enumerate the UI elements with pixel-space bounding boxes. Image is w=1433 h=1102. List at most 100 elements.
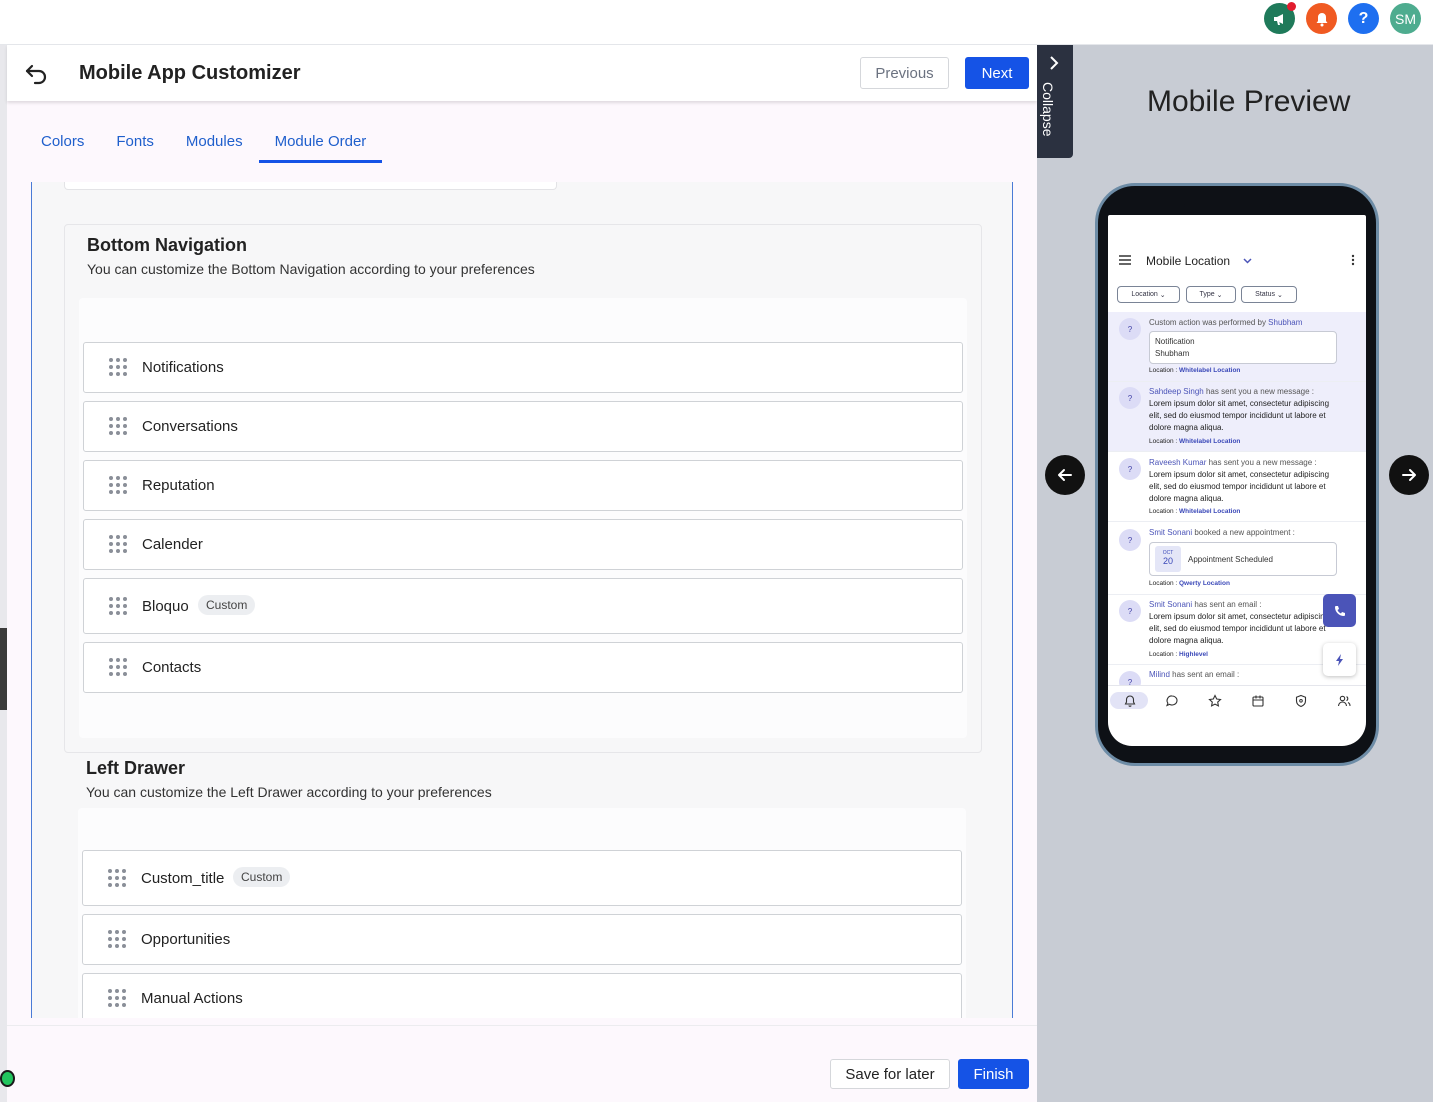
- location-name: Qwerty Location: [1179, 580, 1230, 587]
- shield-icon[interactable]: [1294, 694, 1308, 708]
- location-title[interactable]: Mobile Location: [1146, 254, 1230, 268]
- avatar-initials: SM: [1395, 10, 1416, 27]
- feed-box-line: Notification: [1155, 337, 1195, 346]
- bottom-navigation-list: Notifications Conversations Reputation C…: [79, 298, 967, 738]
- customizer-panel: Mobile App Customizer Previous Next Colo…: [7, 45, 1037, 1102]
- list-item[interactable]: Custom_title Custom: [82, 850, 962, 906]
- previous-section-stub: [64, 182, 557, 190]
- tab-colors[interactable]: Colors: [25, 123, 100, 163]
- previous-screen-button[interactable]: [1045, 455, 1085, 495]
- phone-bottom-nav: [1108, 685, 1366, 715]
- collapse-button[interactable]: Collapse: [1037, 45, 1073, 158]
- chat-icon[interactable]: [1165, 694, 1179, 708]
- expand-sidebar-icon[interactable]: [0, 1070, 15, 1087]
- megaphone-icon[interactable]: [1264, 2, 1296, 34]
- tab-modules[interactable]: Modules: [170, 123, 259, 163]
- custom-badge: Custom: [198, 595, 256, 615]
- drag-handle-icon[interactable]: [109, 658, 129, 678]
- custom-badge: Custom: [233, 867, 291, 887]
- feed-item[interactable]: ? Custom action was performed by Shubham…: [1108, 312, 1366, 382]
- feed-body: Lorem ipsum dolor sit amet, consectetur …: [1149, 612, 1330, 645]
- feed-name: Milind: [1149, 670, 1170, 679]
- feed-text: has sent an email :: [1169, 670, 1240, 679]
- bottom-navigation-section: Bottom Navigation You can customize the …: [64, 224, 982, 753]
- phone-screen: Mobile Location Location ⌄ Type ⌄ Status…: [1108, 215, 1366, 746]
- list-item[interactable]: Bloquo Custom: [83, 578, 963, 634]
- list-item[interactable]: Conversations: [83, 401, 963, 452]
- filter-location[interactable]: Location ⌄: [1117, 286, 1180, 303]
- menu-icon[interactable]: [1119, 255, 1131, 265]
- appointment-day: 20: [1162, 556, 1173, 566]
- location-label: Location :: [1149, 438, 1179, 445]
- filter-type[interactable]: Type ⌄: [1186, 286, 1236, 303]
- location-name: Whitelabel Location: [1179, 367, 1241, 374]
- list-item[interactable]: Calender: [83, 519, 963, 570]
- drag-handle-icon[interactable]: [109, 358, 129, 378]
- feed-box: Notification Shubham: [1149, 331, 1337, 364]
- location-label: Location :: [1149, 508, 1179, 515]
- list-item[interactable]: Reputation: [83, 460, 963, 511]
- finish-button[interactable]: Finish: [958, 1059, 1029, 1089]
- back-arrow-icon[interactable]: [23, 60, 49, 86]
- contacts-icon[interactable]: [1337, 694, 1351, 708]
- notification-dot: [1287, 2, 1296, 11]
- save-for-later-button[interactable]: Save for later: [830, 1059, 950, 1089]
- preview-title: Mobile Preview: [1147, 85, 1351, 118]
- help-glyph: ?: [1358, 9, 1369, 27]
- bell-icon[interactable]: [1123, 694, 1137, 708]
- calendar-icon[interactable]: [1251, 694, 1265, 708]
- feed-avatar: ?: [1119, 318, 1141, 340]
- filter-label: Type: [1199, 291, 1215, 298]
- list-item[interactable]: Manual Actions: [82, 973, 962, 1018]
- call-fab[interactable]: [1323, 594, 1356, 627]
- list-item[interactable]: Opportunities: [82, 914, 962, 965]
- feed-item[interactable]: ? Sahdeep Singh has sent you a new messa…: [1108, 382, 1366, 452]
- feed-name: Sahdeep Singh: [1149, 387, 1204, 396]
- bottom-navigation-title: Bottom Navigation: [87, 235, 247, 255]
- location-name: Highlevel: [1179, 651, 1208, 658]
- item-label: Custom_title: [141, 870, 225, 887]
- feed-item[interactable]: ? Smit Sonani booked a new appointment :…: [1108, 522, 1366, 595]
- filter-label: Location: [1131, 291, 1158, 298]
- phone-icon: [1334, 605, 1345, 616]
- previous-button[interactable]: Previous: [860, 57, 949, 89]
- drag-handle-icon[interactable]: [108, 989, 128, 1009]
- more-vertical-icon[interactable]: [1351, 254, 1355, 266]
- drag-handle-icon[interactable]: [109, 597, 129, 617]
- item-label: Opportunities: [141, 931, 231, 948]
- feed-avatar: ?: [1119, 600, 1141, 622]
- avatar[interactable]: SM: [1390, 3, 1421, 34]
- drag-handle-icon[interactable]: [108, 930, 128, 950]
- module-order-content[interactable]: Bottom Navigation You can customize the …: [31, 182, 1013, 1018]
- feed-avatar: ?: [1119, 529, 1141, 551]
- feed-text: has sent you a new message :: [1203, 387, 1315, 396]
- feed-name: Shubham: [1268, 318, 1303, 327]
- location-label: Location :: [1149, 651, 1179, 658]
- feed-name: Smit Sonani: [1149, 600, 1193, 609]
- drag-handle-icon[interactable]: [109, 476, 129, 496]
- star-icon[interactable]: [1208, 694, 1222, 708]
- feed-name: Raveesh Kumar: [1149, 458, 1207, 467]
- location-name: Whitelabel Location: [1179, 508, 1241, 515]
- drag-handle-icon[interactable]: [109, 417, 129, 437]
- chevron-right-icon: [1050, 56, 1059, 70]
- help-icon[interactable]: ?: [1348, 3, 1379, 34]
- feed-text: has sent you a new message :: [1206, 458, 1317, 467]
- next-screen-button[interactable]: [1389, 455, 1429, 495]
- next-button[interactable]: Next: [965, 57, 1029, 89]
- feed-item[interactable]: ? Raveesh Kumar has sent you a new messa…: [1108, 452, 1366, 522]
- item-label: Contacts: [142, 659, 202, 676]
- quick-action-fab[interactable]: [1323, 643, 1356, 676]
- feed-body: Lorem ipsum dolor sit amet, consectetur …: [1149, 399, 1330, 432]
- filter-status[interactable]: Status ⌄: [1241, 286, 1297, 303]
- list-item[interactable]: Contacts: [83, 642, 963, 693]
- drag-handle-icon[interactable]: [109, 535, 129, 555]
- bell-icon[interactable]: [1306, 3, 1337, 34]
- footer-bar: Save for later Finish: [7, 1025, 1037, 1102]
- calendar-date-icon: OCT 20: [1155, 546, 1181, 572]
- list-item[interactable]: Notifications: [83, 342, 963, 393]
- drag-handle-icon[interactable]: [108, 869, 128, 889]
- tab-fonts[interactable]: Fonts: [100, 123, 170, 163]
- tab-module-order[interactable]: Module Order: [258, 123, 383, 163]
- left-drawer-title: Left Drawer: [86, 758, 186, 778]
